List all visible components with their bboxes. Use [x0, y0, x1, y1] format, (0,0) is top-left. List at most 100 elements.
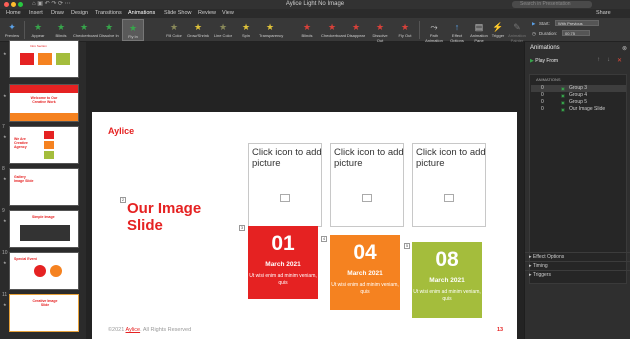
start-dropdown[interactable]: With Previous [555, 20, 599, 26]
effect-options-button[interactable]: ↑ Effect Options [447, 19, 467, 43]
slide-thumbnail-pane: Intro Section Welcome to Our Creative Wo… [0, 40, 86, 339]
effect-fly-in-button[interactable]: ★ Fly In [122, 19, 144, 41]
search-input[interactable]: Search in Presentation [512, 1, 592, 8]
thumb-shape [38, 53, 52, 65]
tab-slide-show[interactable]: Slide Show [164, 9, 192, 18]
star-icon: ★ [400, 22, 410, 32]
animation-item[interactable]: 0 ▣ Our Image Slide [531, 106, 626, 113]
animation-painter-button[interactable]: ✎ Animation Painter [507, 19, 527, 43]
effect-appear-button[interactable]: ★ Appear [27, 19, 49, 41]
slide-thumbnail[interactable]: We Are Creative Agency [9, 126, 79, 164]
tab-view[interactable]: View [222, 9, 234, 18]
effect-checkerboard-button[interactable]: ★ Checkerboard [321, 19, 346, 41]
effect-fly-out-button[interactable]: ★ Fly Out [394, 19, 416, 41]
picture-placeholder[interactable]: Click icon to add picture [412, 143, 486, 227]
animation-star-icon: ★ [3, 176, 7, 181]
effect-blinds-button[interactable]: ★ Blinds [296, 19, 318, 41]
animation-star-icon: ★ [3, 302, 7, 307]
effect-transparency-button[interactable]: ★ Transparency [259, 19, 283, 41]
delete-animation-icon[interactable]: ✕ [617, 57, 622, 64]
animation-item[interactable]: 0 ▣ Group 4 [531, 92, 626, 99]
effect-dissolve-in-button[interactable]: ★ Dissolve In [98, 19, 120, 41]
animation-pane-button[interactable]: ▤ Animation Pane [469, 19, 489, 43]
animation-item[interactable]: 0 ▣ Group 3 [531, 85, 626, 92]
animation-item[interactable]: 0 ▣ Group 5 [531, 99, 626, 106]
tab-draw[interactable]: Draw [51, 9, 64, 18]
ribbon-divider [24, 21, 25, 39]
info-box[interactable]: 04 March 2021 Ut wisi enim ad minim veni… [330, 235, 400, 310]
card-number: 08 [435, 248, 459, 271]
effect-options-section[interactable]: ▸ Effect Options [525, 252, 630, 261]
brand-logo: Aylice [108, 126, 135, 136]
effect-line-color-button[interactable]: ★ Line Color [212, 19, 234, 41]
move-up-icon[interactable]: ↑ [597, 57, 600, 63]
slide-canvas[interactable]: Aylice 2 Our Image Slide 3 4 5 Click ico… [92, 112, 517, 339]
animation-tag[interactable]: 5 [404, 243, 410, 249]
tab-home[interactable]: Home [6, 9, 21, 18]
picture-icon[interactable] [362, 194, 372, 202]
pane-close-icon[interactable]: ⊗ [622, 45, 627, 52]
animation-tag[interactable]: 3 [239, 225, 245, 231]
play-from-button[interactable]: ▶ Play From [530, 58, 558, 64]
slide-thumbnail-selected[interactable]: Creative Image Slide [9, 294, 79, 332]
effect-checkerboard-button[interactable]: ★ Checkerboard [73, 19, 98, 41]
thumb-shape [20, 225, 70, 241]
slide-thumbnail[interactable]: Simple Image [9, 210, 79, 248]
star-icon: ★ [169, 22, 179, 32]
thumb-title: Creative Image Slide [32, 299, 58, 307]
tab-transitions[interactable]: Transitions [95, 9, 122, 18]
tab-insert[interactable]: Insert [29, 9, 43, 18]
effect-spin-button[interactable]: ★ Spin [235, 19, 257, 41]
preview-button[interactable]: ✦ Preview [2, 19, 22, 41]
animation-star-icon: ★ [3, 93, 7, 98]
title-bar: ⌂ ▣ ↶ ↷ ⟳ ⋯ Aylice Light No Image Search… [0, 0, 630, 9]
animation-tag[interactable]: 2 [120, 197, 126, 203]
picture-icon[interactable] [444, 194, 454, 202]
clock-icon: ◷ [532, 31, 536, 36]
slide-thumbnail[interactable]: Welcome to Our Creative Work [9, 84, 79, 122]
preview-icon: ✦ [8, 22, 16, 32]
entrance-effect-icon: ▣ [561, 93, 565, 98]
slide-heading[interactable]: Our Image Slide [127, 200, 205, 234]
path-animation-button[interactable]: ⤳ Path Animation [423, 19, 445, 43]
triggers-section[interactable]: ▸ Triggers [525, 270, 630, 279]
effect-disappear-button[interactable]: ★ Disappear [345, 19, 367, 41]
path-icon: ⤳ [430, 22, 438, 32]
tab-review[interactable]: Review [198, 9, 216, 18]
timing-section[interactable]: ▸ Timing [525, 261, 630, 270]
thumb-shape [10, 85, 78, 93]
card-number: 04 [353, 241, 377, 264]
star-icon: ★ [56, 22, 66, 32]
slide-page-number: 13 [497, 327, 504, 333]
slide-number: 9 [2, 208, 5, 214]
effect-grow-shrink-button[interactable]: ★ Grow/Shrink [187, 19, 209, 41]
card-date: March 2021 [429, 277, 465, 284]
picture-placeholder[interactable]: Click icon to add picture [248, 143, 322, 227]
slide-thumbnail[interactable]: Gallery Image Slide [9, 168, 79, 206]
star-icon: ★ [327, 22, 337, 32]
picture-icon[interactable] [280, 194, 290, 202]
star-icon: ★ [104, 22, 114, 32]
image-card: Click icon to add picture 04 March 2021 … [330, 143, 404, 310]
thumb-shape [34, 265, 46, 277]
effect-fill-color-button[interactable]: ★ Fill Color [163, 19, 185, 41]
trigger-button[interactable]: ⚡ Trigger [490, 19, 506, 41]
duration-input[interactable]: 00.75 [562, 30, 590, 36]
tab-design[interactable]: Design [71, 9, 88, 18]
move-down-icon[interactable]: ↓ [607, 57, 610, 63]
info-box[interactable]: 01 March 2021 Ut wisi enim ad minim veni… [248, 226, 318, 299]
thumb-title: Gallery Image Slide [14, 175, 34, 183]
info-box[interactable]: 08 March 2021 Ut wisi enim ad minim veni… [412, 242, 482, 318]
thumb-shape [56, 53, 70, 65]
image-card: Click icon to add picture 01 March 2021 … [248, 143, 322, 299]
effect-dissolve-out-button[interactable]: ★ Dissolve Out [369, 19, 391, 43]
footer-brand-link[interactable]: Aylice [126, 327, 141, 333]
thumb-shape [44, 131, 54, 139]
effect-blinds-button[interactable]: ★ Blinds [50, 19, 72, 41]
slide-thumbnail[interactable]: Special Event [9, 252, 79, 290]
picture-placeholder[interactable]: Click icon to add picture [330, 143, 404, 227]
slide-thumbnail[interactable]: Intro Section [9, 40, 79, 78]
slide-editor: Aylice 2 Our Image Slide 3 4 5 Click ico… [86, 42, 524, 339]
star-icon: ★ [33, 22, 43, 32]
share-button[interactable]: Share [596, 9, 611, 18]
